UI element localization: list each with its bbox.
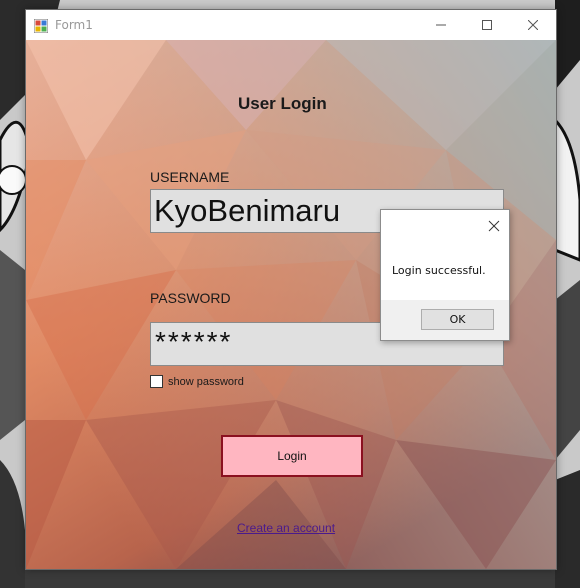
window-title: Form1 [55,18,93,32]
show-password-label[interactable]: show password [168,376,244,388]
page-title: User Login [238,94,327,113]
close-icon [528,20,538,30]
close-button[interactable] [510,10,556,40]
maximize-button[interactable] [464,10,510,40]
maximize-icon [482,20,492,30]
message-dialog: Login successful. OK [380,209,510,341]
dialog-footer: OK [381,300,509,340]
dialog-message: Login successful. [392,264,486,277]
app-icon [33,18,49,34]
create-account-link[interactable]: Create an account [237,521,335,535]
minimize-icon [436,24,446,26]
dialog-close-button[interactable] [487,218,501,232]
login-button[interactable]: Login [221,435,363,477]
show-password-checkbox[interactable] [150,375,163,388]
dialog-close-icon [488,220,500,232]
minimize-button[interactable] [418,10,464,40]
title-bar[interactable]: Form1 [26,10,556,40]
username-label: USERNAME [150,169,230,185]
ok-button[interactable]: OK [421,309,494,330]
password-label: PASSWORD [150,290,231,306]
